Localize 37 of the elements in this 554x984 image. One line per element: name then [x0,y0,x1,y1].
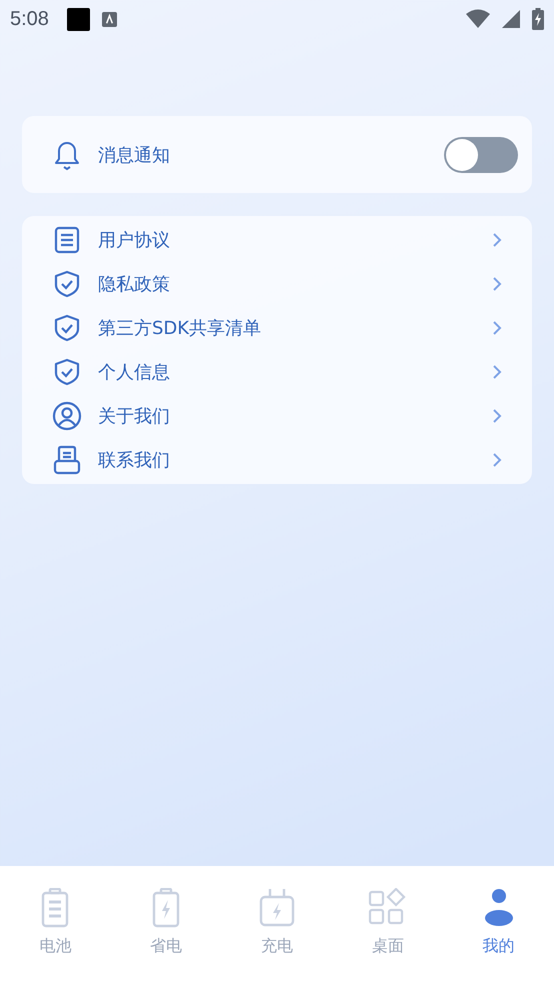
wifi-icon [466,9,490,29]
signal-icon [502,10,520,28]
chevron-right-icon [492,232,502,248]
charger-icon [258,888,295,928]
nav-tab[interactable]: 我的 [454,888,544,984]
shield-check-icon [52,358,82,386]
menu-label: 第三方SDK共享清单 [98,317,262,340]
menu-item[interactable]: 个人信息 [52,350,502,394]
person-icon [484,888,514,928]
menu-item[interactable]: 第三方SDK共享清单 [52,306,502,350]
menu-item[interactable]: 关于我们 [52,394,502,438]
notification-label: 消息通知 [98,144,170,166]
menu-item[interactable]: 隐私政策 [52,262,502,306]
menu-label: 关于我们 [98,405,170,428]
menu-item[interactable]: 联系我们 [52,438,502,482]
contact-card-icon [52,445,82,475]
keyboard-icon [102,12,117,26]
menu-item[interactable]: 用户协议 [52,218,502,262]
shield-check-icon [52,314,82,342]
menu-label: 用户协议 [98,229,170,252]
battery-charging-icon [532,8,544,30]
battery-icon [41,888,70,928]
menu-label: 个人信息 [98,361,170,384]
user-circle-icon [52,401,82,431]
chevron-right-icon [492,452,502,468]
status-time: 5:08 [10,8,49,30]
notification-toggle[interactable] [444,136,518,172]
menu-label: 联系我们 [98,449,170,472]
chevron-right-icon [492,408,502,424]
app-notification-icon [66,8,90,30]
chevron-right-icon [492,276,502,292]
menu-label: 隐私政策 [98,273,170,296]
battery-bolt-icon [152,888,180,928]
chevron-right-icon [492,364,502,380]
shield-check-icon [52,270,82,298]
chevron-right-icon [492,320,502,336]
document-icon [52,226,82,254]
